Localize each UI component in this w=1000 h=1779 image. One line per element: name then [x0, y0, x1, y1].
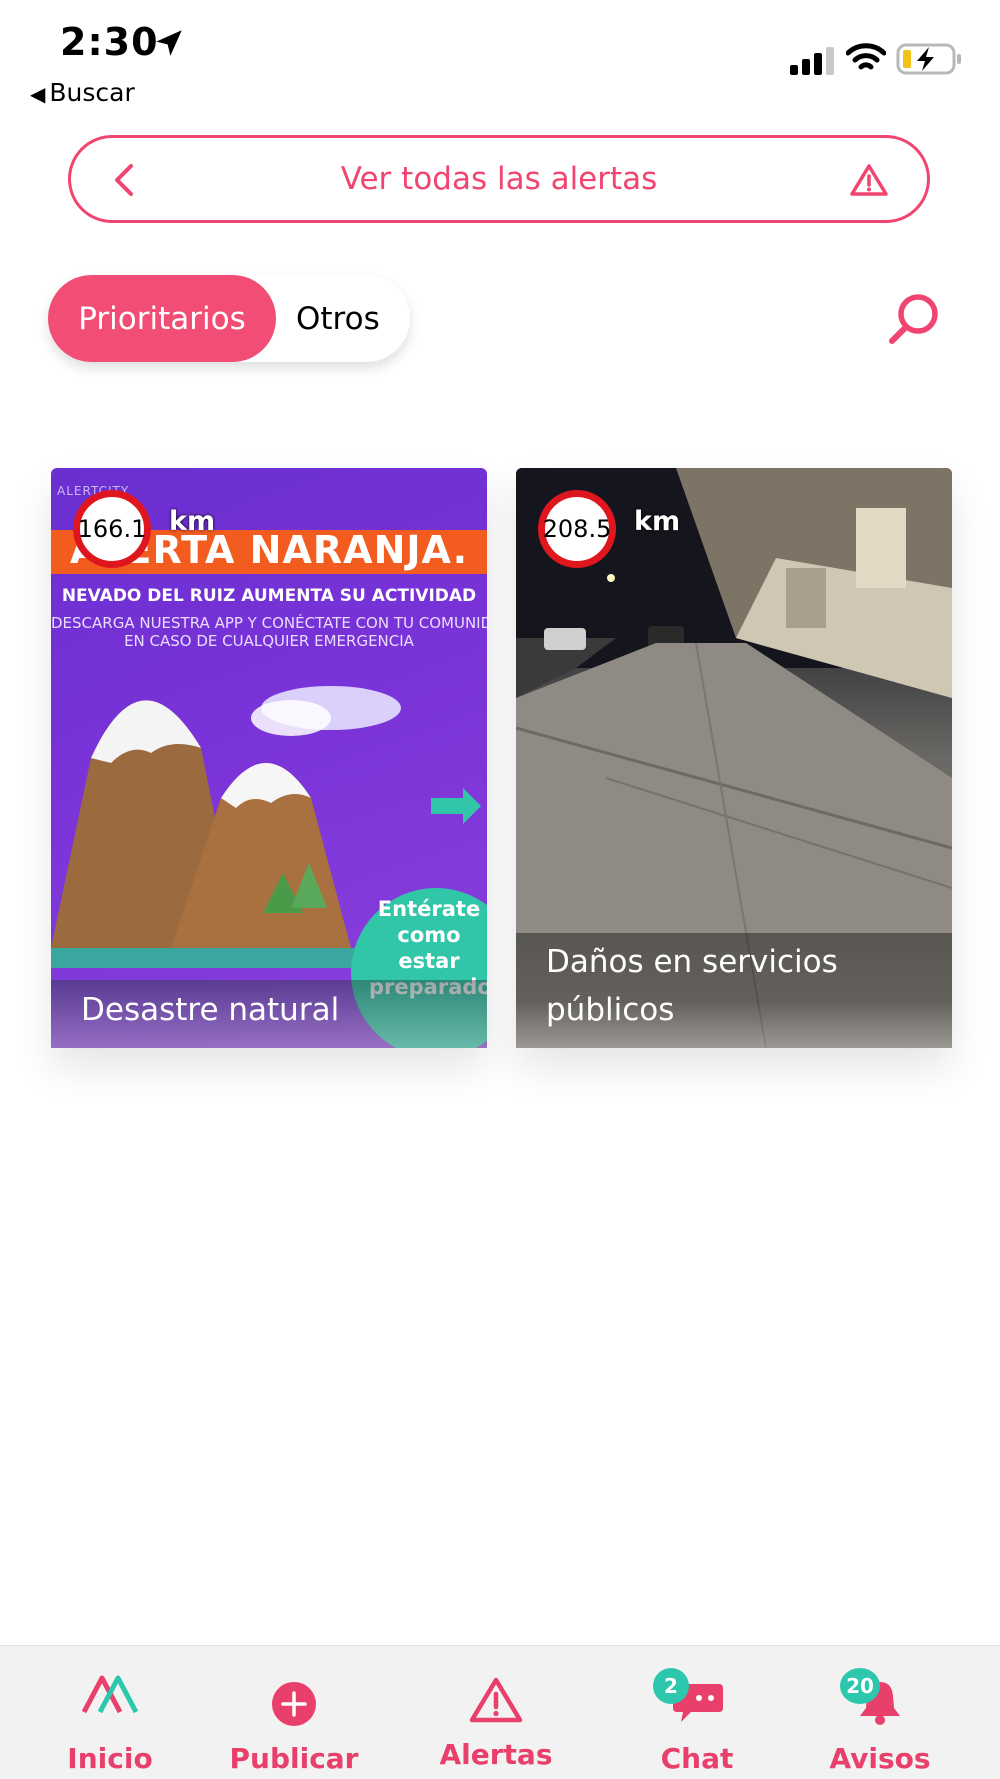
tab-label: Chat [660, 1742, 734, 1775]
tab-otros[interactable]: Otros [296, 275, 380, 362]
search-icon[interactable] [884, 290, 944, 350]
status-time: 2:30 [60, 20, 159, 64]
view-all-alerts-label: Ver todas las alertas [340, 161, 658, 197]
back-app-label: Buscar [49, 78, 135, 107]
card-subline: DESCARGA NUESTRA APP Y CONÉCTATE CON TU … [51, 614, 487, 650]
distance-badge: 166.1 [73, 490, 151, 568]
status-bar: 2:30 ◀ Buscar [0, 0, 1000, 110]
cellular-signal-icon [790, 47, 834, 75]
location-arrow-icon [156, 30, 182, 56]
filter-toggle: Prioritarios Otros [48, 275, 410, 362]
back-to-app-link[interactable]: ◀ Buscar [30, 78, 135, 107]
plus-circle-icon [272, 1682, 316, 1726]
wifi-icon [846, 43, 886, 70]
notification-badge: 20 [840, 1668, 880, 1704]
unread-badge: 2 [653, 1668, 689, 1704]
distance-unit: km [169, 506, 216, 537]
back-triangle-icon: ◀ [30, 82, 46, 106]
tab-prioritarios[interactable]: Prioritarios [48, 275, 276, 362]
distance-badge: 208.5 [538, 490, 616, 568]
alert-card[interactable]: ALERTCITY ALERTA NARANJA. NEVADO DEL RUI… [51, 468, 487, 1048]
tab-label: Alertas [439, 1738, 553, 1771]
card-title: Desastre natural [81, 992, 340, 1028]
alert-card[interactable]: 208.5 km Daños en servicios públicos [516, 468, 952, 1048]
tab-label: Avisos [829, 1742, 931, 1775]
battery-charging-icon [896, 43, 961, 75]
card-subline: NEVADO DEL RUIZ AUMENTA SU ACTIVIDAD [61, 586, 477, 606]
distance-value: 208.5 [542, 515, 612, 543]
tab-chat[interactable]: 2 Chat [617, 1646, 777, 1779]
card-title: Daños en servicios públicos [546, 944, 838, 1028]
warning-icon [850, 164, 888, 196]
home-logo-icon [81, 1675, 139, 1714]
view-all-alerts-button[interactable]: Ver todas las alertas [68, 135, 930, 223]
tab-publicar[interactable]: Publicar [214, 1646, 374, 1779]
chevron-left-icon [115, 164, 133, 196]
tab-avisos[interactable]: 20 Avisos [800, 1646, 960, 1779]
tab-label: Inicio [67, 1742, 153, 1775]
tab-inicio[interactable]: Inicio [30, 1646, 190, 1779]
tab-label: Publicar [229, 1742, 359, 1775]
distance-value: 166.1 [77, 515, 147, 543]
warning-icon [469, 1677, 523, 1723]
bottom-tab-bar: Inicio Publicar Alertas 2 Chat 20 Avisos [0, 1645, 1000, 1779]
tab-alertas[interactable]: Alertas [416, 1646, 576, 1779]
distance-unit: km [634, 506, 681, 537]
